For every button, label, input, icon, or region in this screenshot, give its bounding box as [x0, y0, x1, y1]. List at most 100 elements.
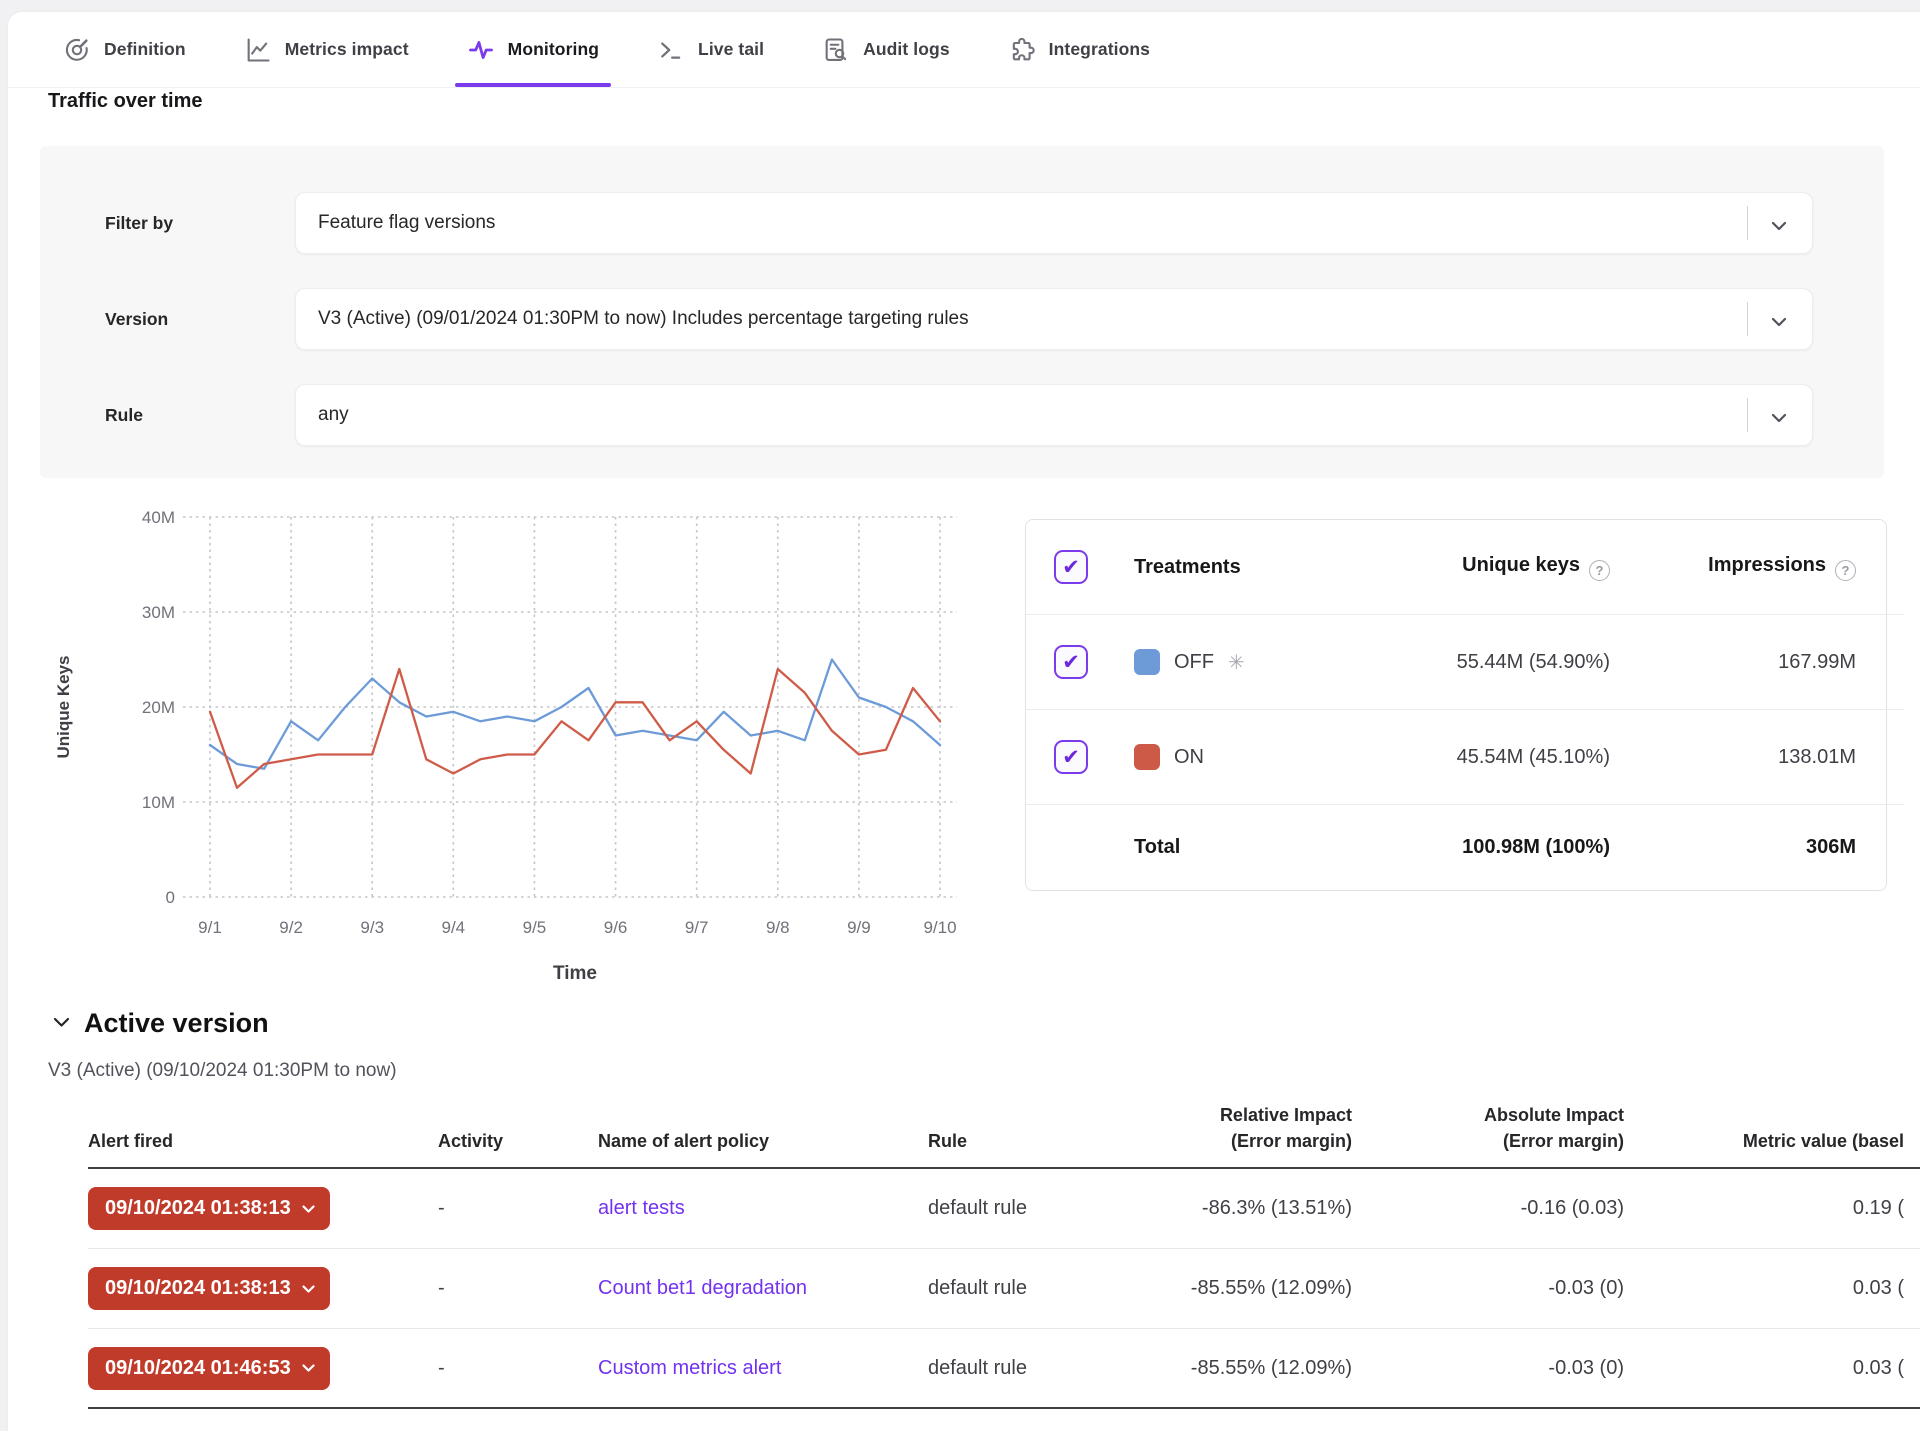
metrics-impact-icon — [244, 36, 272, 64]
chevron-down-icon — [302, 1285, 315, 1293]
svg-text:9/6: 9/6 — [604, 918, 628, 937]
tab-audit-logs[interactable]: Audit logs — [822, 12, 950, 87]
alert-rule: default rule — [928, 1357, 1160, 1380]
tab-live-tail[interactable]: Live tail — [657, 12, 764, 87]
alert-activity: - — [438, 1357, 598, 1380]
alert-row: 09/10/2024 01:38:13 - alert tests defaul… — [88, 1169, 1920, 1249]
alert-fired-time: 09/10/2024 01:38:13 — [105, 1197, 291, 1220]
svg-text:9/3: 9/3 — [360, 918, 384, 937]
rule-header: Rule — [928, 1128, 1160, 1154]
filter-row-filter-by: Filter by Feature flag versions — [40, 192, 1884, 254]
svg-text:0: 0 — [166, 888, 175, 907]
alert-fired-time: 09/10/2024 01:38:13 — [105, 1277, 291, 1300]
alert-absolute-impact: -0.16 (0.03) — [1352, 1197, 1624, 1220]
alert-metric-value: 0.19 ( — [1624, 1197, 1920, 1220]
tab-monitoring[interactable]: Monitoring — [467, 12, 599, 87]
killed-treatment-icon: ✳ — [1228, 650, 1245, 675]
alert-policy-link[interactable]: alert tests — [598, 1197, 685, 1219]
tab-definition[interactable]: Definition — [63, 12, 186, 87]
on-impressions: 138.01M — [1634, 746, 1904, 769]
dropdown-divider — [1747, 398, 1748, 432]
rule-value: any — [318, 404, 349, 426]
off-impressions: 167.99M — [1634, 651, 1904, 674]
dropdown-divider — [1747, 206, 1748, 240]
alerts-table: Alert fired Activity Name of alert polic… — [88, 1102, 1920, 1409]
metric-value-header: Metric value (basel — [1624, 1128, 1920, 1154]
on-treatment-label: ON — [1174, 746, 1204, 769]
svg-text:10M: 10M — [142, 793, 175, 812]
alert-fired-badge[interactable]: 09/10/2024 01:38:13 — [88, 1267, 330, 1310]
alert-relative-impact: -85.55% (12.09%) — [1160, 1277, 1352, 1300]
select-all-checkbox[interactable]: ✔ — [1054, 550, 1088, 584]
monitoring-icon — [467, 36, 495, 64]
filter-panel: Filter by Feature flag versions Version … — [40, 146, 1884, 478]
total-unique-keys: 100.98M (100%) — [1364, 836, 1634, 859]
version-dropdown[interactable]: V3 (Active) (09/01/2024 01:30PM to now) … — [295, 288, 1813, 350]
impressions-header: Impressions — [1708, 554, 1826, 576]
tab-monitoring-label: Monitoring — [508, 39, 599, 60]
off-swatch — [1134, 649, 1160, 675]
tab-metrics-impact[interactable]: Metrics impact — [244, 12, 409, 87]
tab-metrics-impact-label: Metrics impact — [285, 39, 409, 60]
alert-activity: - — [438, 1277, 598, 1300]
impressions-help-icon[interactable]: ? — [1835, 560, 1856, 581]
live-tail-icon — [657, 36, 685, 64]
total-label: Total — [1134, 836, 1364, 859]
alert-metric-value: 0.03 ( — [1624, 1357, 1920, 1380]
relative-impact-header: Relative Impact (Error margin) — [1160, 1102, 1352, 1154]
off-treatment-label: OFF — [1174, 651, 1214, 674]
tab-audit-logs-label: Audit logs — [863, 39, 950, 60]
on-checkbox[interactable]: ✔ — [1054, 740, 1088, 774]
chevron-down-icon — [1771, 218, 1787, 236]
rule-dropdown[interactable]: any — [295, 384, 1813, 446]
dropdown-divider — [1747, 302, 1748, 336]
svg-text:20M: 20M — [142, 698, 175, 717]
alert-rule: default rule — [928, 1277, 1160, 1300]
traffic-over-time-chart: 010M20M30M40M9/19/29/39/49/59/69/79/89/9… — [45, 505, 965, 1005]
svg-text:Time: Time — [553, 963, 597, 984]
absolute-impact-header: Absolute Impact (Error margin) — [1352, 1102, 1624, 1154]
off-checkbox[interactable]: ✔ — [1054, 645, 1088, 679]
unique-keys-header: Unique keys — [1462, 554, 1580, 576]
svg-text:40M: 40M — [142, 508, 175, 527]
active-version-subtitle: V3 (Active) (09/10/2024 01:30PM to now) — [48, 1060, 397, 1082]
treatments-panel: ✔ Treatments Unique keys? Impressions? ✔… — [1025, 519, 1887, 891]
alert-fired-badge[interactable]: 09/10/2024 01:38:13 — [88, 1187, 330, 1230]
chevron-down-icon — [302, 1205, 315, 1213]
tab-definition-label: Definition — [104, 39, 186, 60]
version-label: Version — [105, 288, 168, 350]
active-version-title: Active version — [84, 1008, 269, 1039]
svg-text:9/7: 9/7 — [685, 918, 709, 937]
svg-text:9/4: 9/4 — [442, 918, 466, 937]
alert-relative-impact: -86.3% (13.51%) — [1160, 1197, 1352, 1220]
treatment-row-on: ✔ ON 45.54M (45.10%) 138.01M — [1026, 709, 1904, 804]
chevron-down-icon — [53, 1015, 70, 1033]
tab-integrations[interactable]: Integrations — [1008, 12, 1150, 87]
svg-text:Unique Keys: Unique Keys — [54, 656, 73, 759]
treatments-total-row: Total 100.98M (100%) 306M — [1026, 804, 1904, 890]
filter-by-dropdown[interactable]: Feature flag versions — [295, 192, 1813, 254]
active-version-toggle[interactable]: Active version — [53, 1008, 269, 1039]
rule-label: Rule — [105, 384, 143, 446]
alert-metric-value: 0.03 ( — [1624, 1277, 1920, 1300]
policy-header: Name of alert policy — [598, 1128, 928, 1154]
alert-policy-link[interactable]: Custom metrics alert — [598, 1357, 781, 1379]
alert-row: 09/10/2024 01:38:13 - Count bet1 degrada… — [88, 1249, 1920, 1329]
alert-fired-header: Alert fired — [88, 1128, 438, 1154]
alert-policy-link[interactable]: Count bet1 degradation — [598, 1277, 807, 1299]
alert-rule: default rule — [928, 1197, 1160, 1220]
chevron-down-icon — [1771, 410, 1787, 428]
svg-text:9/2: 9/2 — [279, 918, 303, 937]
unique-keys-help-icon[interactable]: ? — [1589, 560, 1610, 581]
treatments-header-row: ✔ Treatments Unique keys? Impressions? — [1026, 520, 1904, 614]
chevron-down-icon — [302, 1364, 315, 1372]
on-unique-keys: 45.54M (45.10%) — [1364, 746, 1634, 769]
tab-integrations-label: Integrations — [1049, 39, 1150, 60]
alert-activity: - — [438, 1197, 598, 1220]
alerts-header-row: Alert fired Activity Name of alert polic… — [88, 1102, 1920, 1169]
chevron-down-icon — [1771, 314, 1787, 332]
svg-text:9/5: 9/5 — [523, 918, 547, 937]
filter-by-label: Filter by — [105, 192, 173, 254]
alert-fired-badge[interactable]: 09/10/2024 01:46:53 — [88, 1347, 330, 1390]
treatment-row-off: ✔ OFF ✳ 55.44M (54.90%) 167.99M — [1026, 614, 1904, 709]
